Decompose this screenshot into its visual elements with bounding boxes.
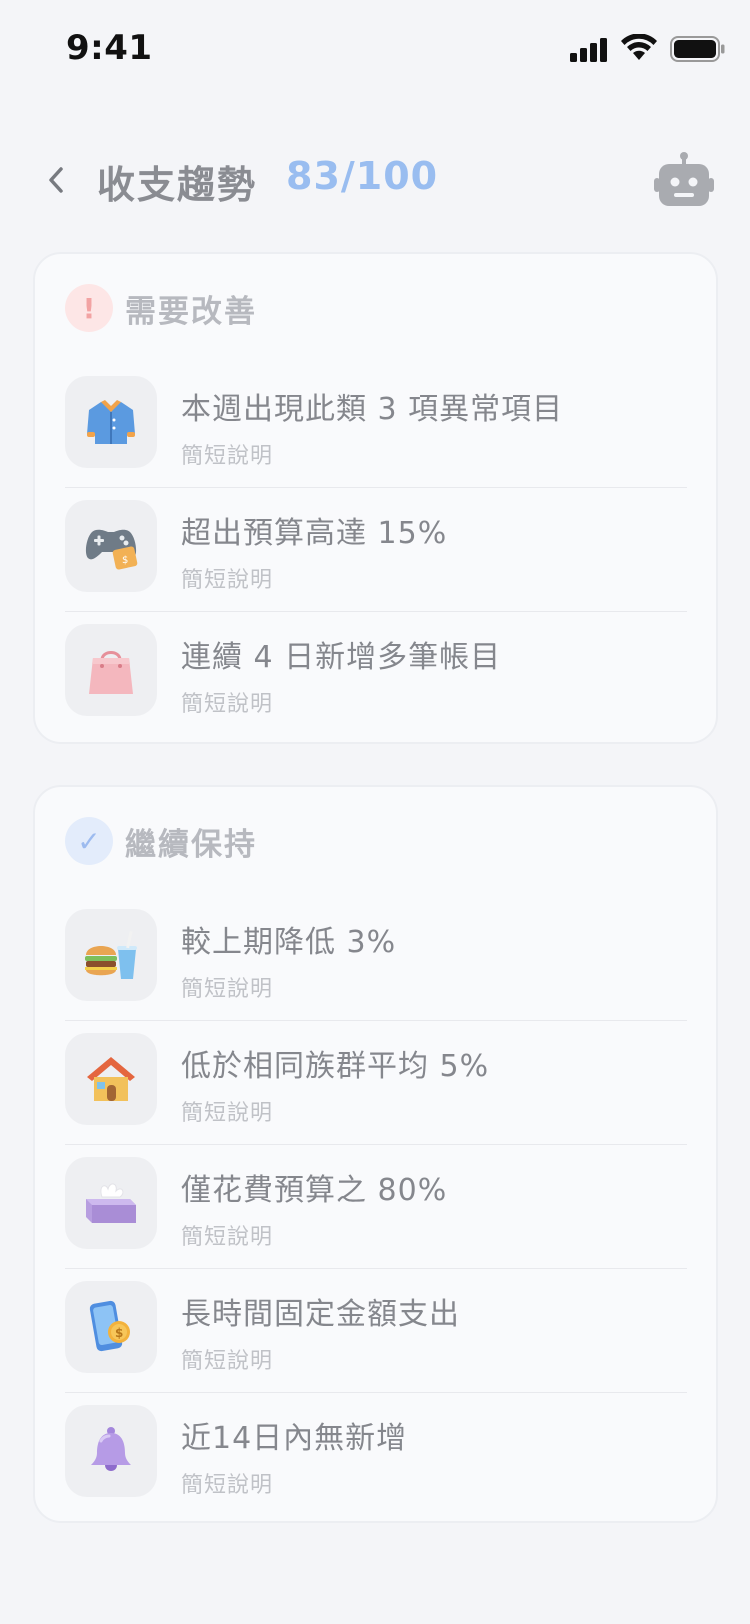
header: 收支趨勢 83/100 [0,140,750,220]
item-description: 簡短說明 [181,977,274,1002]
shopping-bag-icon [65,624,157,716]
game-controller-icon: $ [65,500,157,592]
screen: 9:41 收支趨勢 83/100 ! 需要改善 本週出現此類 3 項異常項目 簡… [0,0,750,1624]
house-icon [65,1033,157,1125]
robot-icon [654,152,714,206]
check-icon: ✓ [65,817,113,865]
improve-card-title: 需要改善 [125,293,257,330]
list-item[interactable]: $ 長時間固定金額支出 簡短說明 [65,1269,687,1393]
item-description: 簡短說明 [181,1349,274,1374]
improve-card-header: ! 需要改善 [65,284,257,332]
item-title: 本週出現此類 3 項異常項目 [181,392,564,427]
list-item[interactable]: 較上期降低 3% 簡短說明 [65,897,687,1021]
score-value: 83/100 [286,154,439,198]
tissue-box-icon [65,1157,157,1249]
list-item[interactable]: $ 超出預算高達 15% 簡短說明 [65,488,687,612]
item-description: 簡短說明 [181,1473,274,1498]
keep-card-title: 繼續保持 [125,826,257,863]
jacket-icon [65,376,157,468]
keep-card: ✓ 繼續保持 較上期降低 3% 簡短說明 低於相同族群平均 5% 簡短說明 僅花… [33,785,718,1523]
signal-icon [570,38,607,62]
item-description: 簡短說明 [181,692,274,717]
wifi-icon [621,34,657,60]
keep-card-header: ✓ 繼續保持 [65,817,257,865]
item-title: 低於相同族群平均 5% [181,1049,490,1084]
svg-text:$: $ [122,555,128,566]
bell-icon [65,1405,157,1497]
item-title: 較上期降低 3% [181,925,397,960]
assistant-button[interactable] [654,150,714,210]
item-description: 簡短說明 [181,568,274,593]
item-title: 近14日內無新增 [181,1421,408,1456]
battery-icon [670,36,725,62]
back-button[interactable] [36,158,76,202]
phone-coin-icon: $ [65,1281,157,1373]
item-description: 簡短說明 [181,444,274,469]
item-title: 連續 4 日新增多筆帳目 [181,640,502,675]
item-title: 長時間固定金額支出 [181,1297,460,1332]
item-title: 超出預算高達 15% [181,516,448,551]
warning-icon: ! [65,284,113,332]
status-time: 9:41 [66,28,153,68]
list-item[interactable]: 近14日內無新增 簡短說明 [65,1393,687,1517]
improve-card: ! 需要改善 本週出現此類 3 項異常項目 簡短說明 $ 超出預算高達 15% … [33,252,718,744]
svg-text:$: $ [115,1326,123,1340]
item-description: 簡短說明 [181,1225,274,1250]
chevron-left-icon [49,167,63,193]
status-bar: 9:41 [0,0,750,100]
burger-drink-icon [65,909,157,1001]
list-item[interactable]: 連續 4 日新增多筆帳目 簡短說明 [65,612,687,736]
page-title: 收支趨勢 [97,163,258,207]
item-description: 簡短說明 [181,1101,274,1126]
item-title: 僅花費預算之 80% [181,1173,448,1208]
list-item[interactable]: 本週出現此類 3 項異常項目 簡短說明 [65,364,687,488]
list-item[interactable]: 僅花費預算之 80% 簡短說明 [65,1145,687,1269]
list-item[interactable]: 低於相同族群平均 5% 簡短說明 [65,1021,687,1145]
